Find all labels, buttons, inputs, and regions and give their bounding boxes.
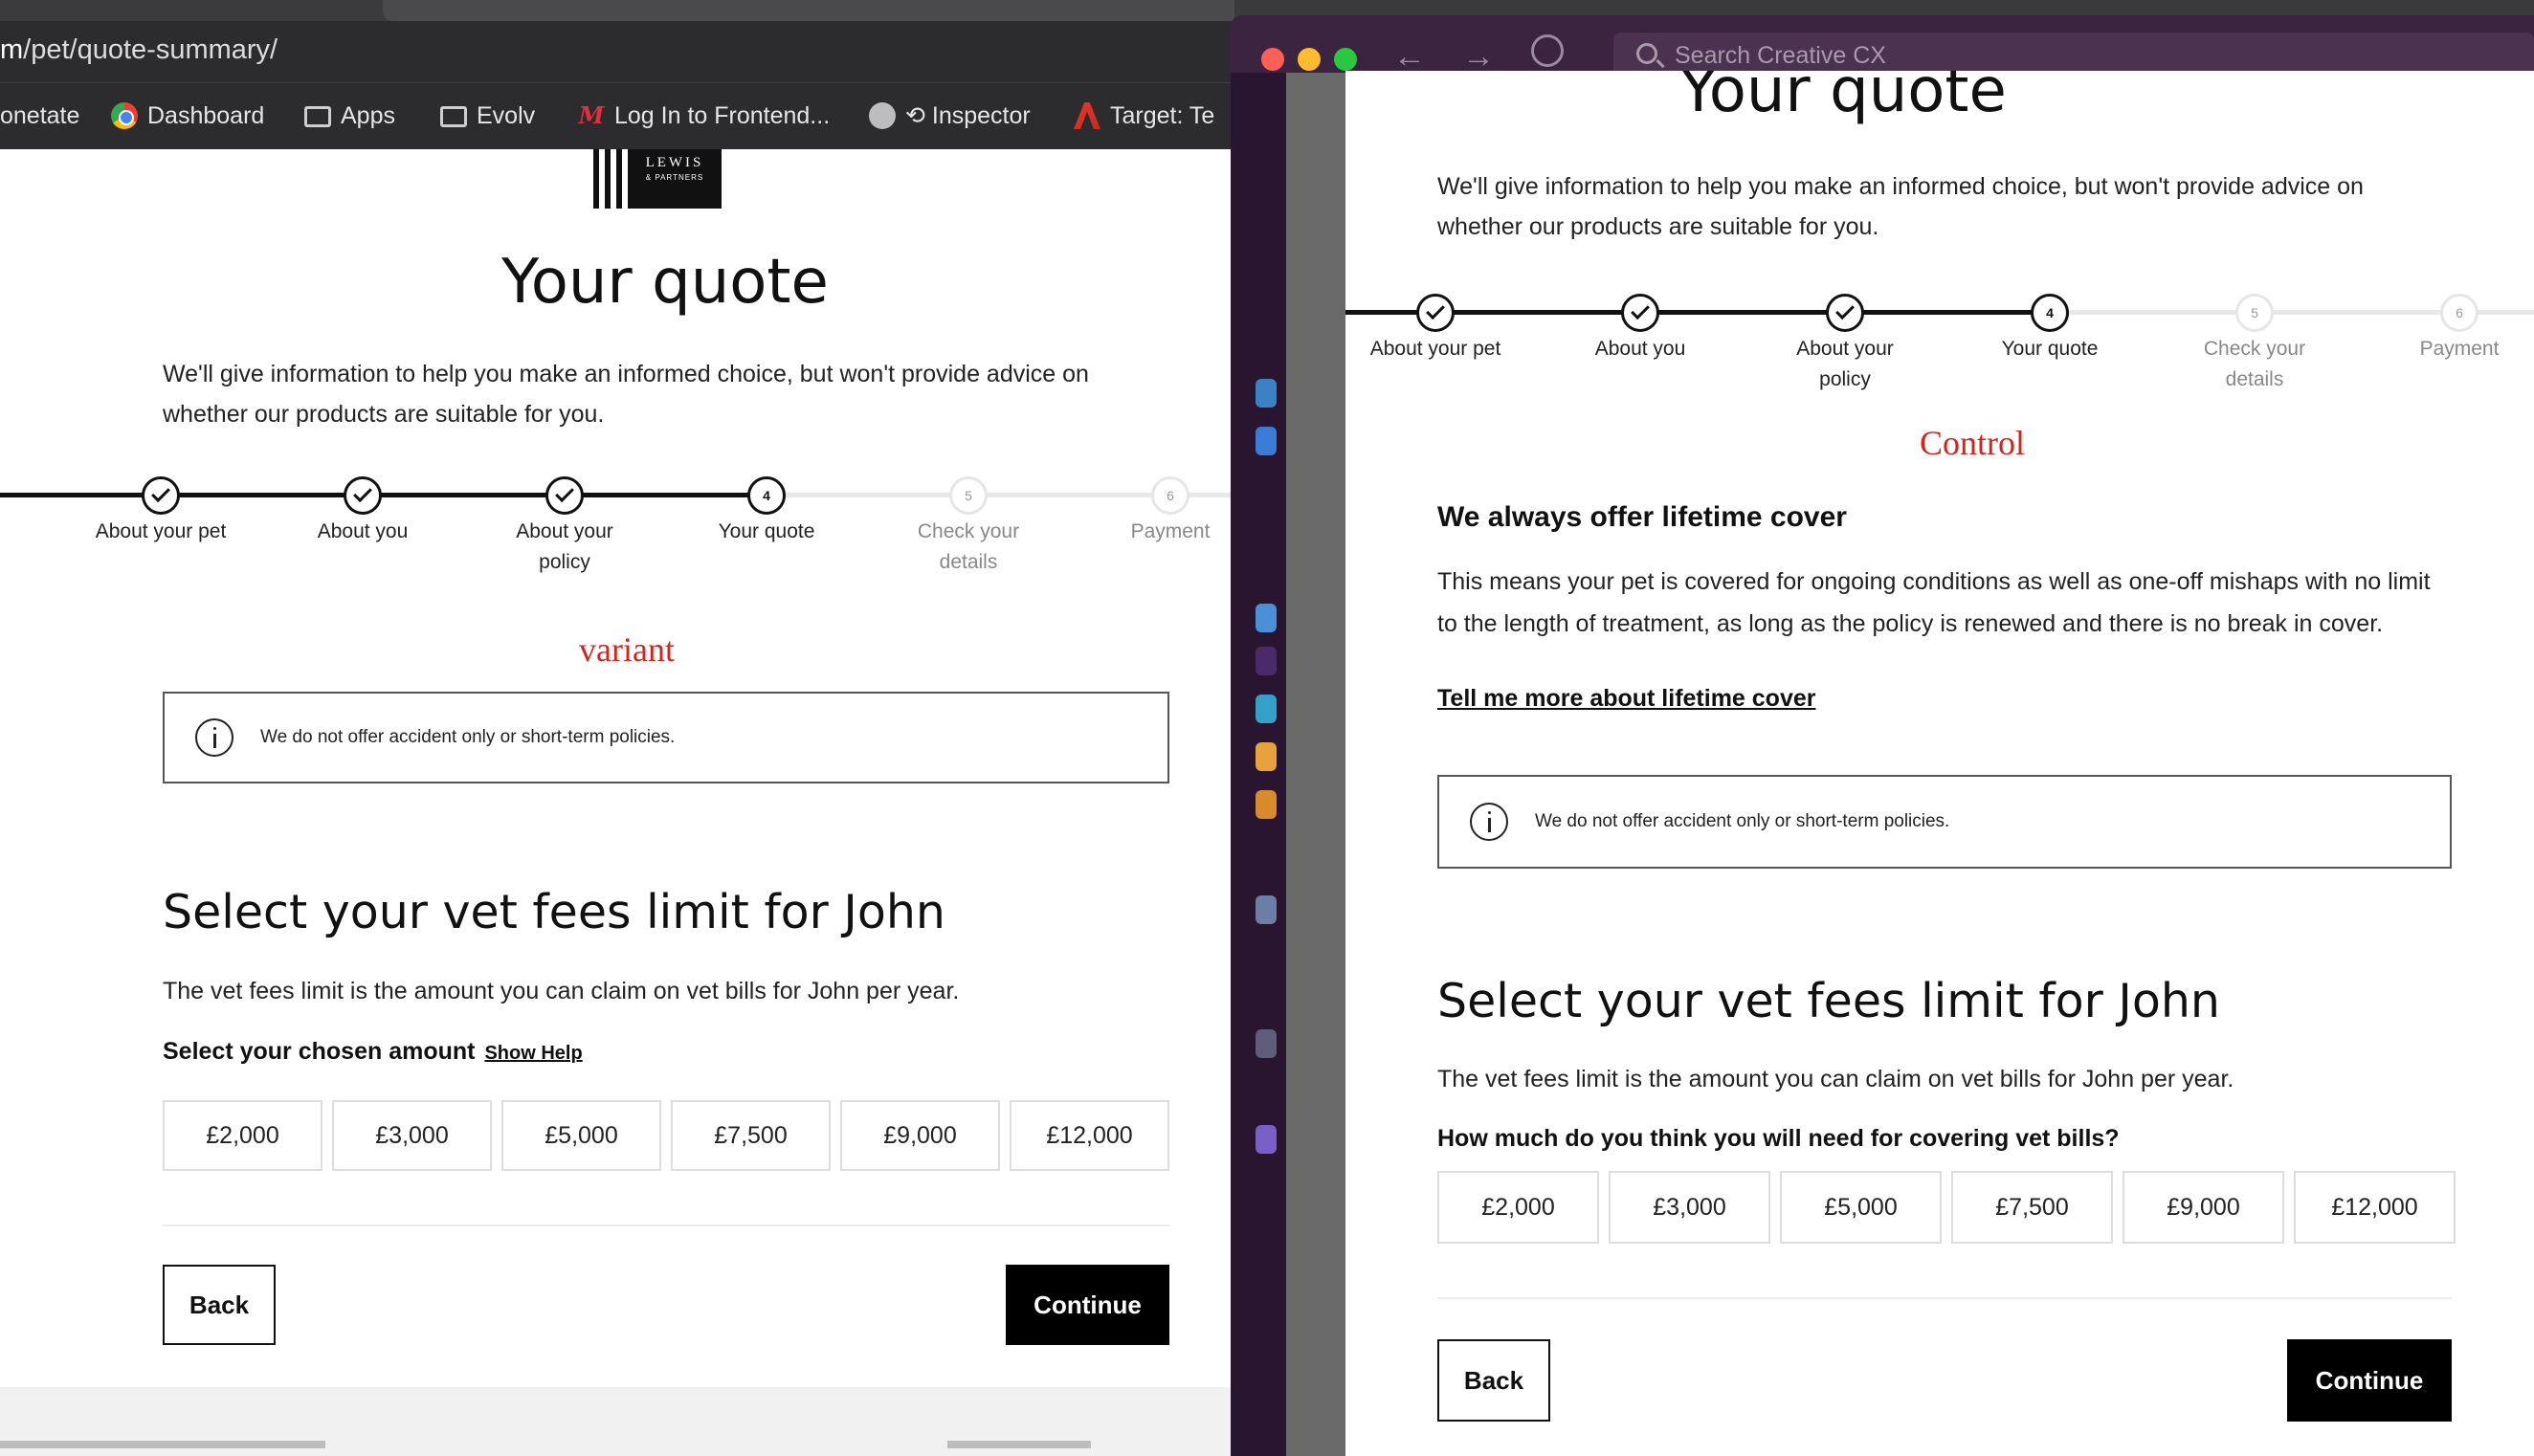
- amount-option[interactable]: £7,500: [671, 1100, 831, 1171]
- progress-stepper: [1345, 310, 2534, 320]
- bookmark-inspector[interactable]: ⟲ Inspector: [869, 99, 1031, 133]
- page-title: Your quote: [1679, 71, 2007, 126]
- check-icon: [142, 476, 180, 515]
- sidebar-overlay: [1286, 73, 1345, 1456]
- amount-option[interactable]: £3,000: [1609, 1171, 1770, 1244]
- brand-logo[interactable]: LEWIS & PARTNERS: [593, 149, 722, 209]
- app-icon[interactable]: [1256, 1125, 1277, 1154]
- back-button[interactable]: Back: [1437, 1339, 1550, 1422]
- bookmark-dashboard[interactable]: Dashboard: [111, 99, 264, 133]
- adobe-icon: [1074, 102, 1100, 129]
- variant-browser-window: m/pet/quote-summary/ onetate Dashboard A…: [0, 0, 1234, 1456]
- workspace-icon[interactable]: [1256, 379, 1277, 408]
- info-box: We do not offer accident only or short-t…: [1437, 775, 2452, 869]
- amount-option[interactable]: £9,000: [840, 1100, 1000, 1171]
- amount-question: How much do you think you will need for …: [1437, 1125, 2120, 1152]
- app-icon[interactable]: [1256, 695, 1277, 723]
- window-title-bar: ← → Search Creative CX: [1231, 15, 2534, 78]
- section-description: The vet fees limit is the amount you can…: [163, 978, 960, 1004]
- bookmark-frontend-login[interactable]: M Log In to Frontend...: [578, 99, 830, 133]
- close-window-icon[interactable]: [1261, 48, 1284, 71]
- search-icon: [1636, 43, 1657, 64]
- divider: [163, 1224, 1169, 1226]
- check-icon: [545, 476, 584, 515]
- continue-button[interactable]: Continue: [1006, 1265, 1169, 1345]
- url-text: m/pet/quote-summary/: [0, 34, 278, 65]
- address-bar[interactable]: m/pet/quote-summary/: [0, 21, 1234, 82]
- page-title: Your quote: [501, 247, 829, 318]
- amount-option[interactable]: £2,000: [1437, 1171, 1599, 1244]
- section-title: Select your vet fees limit for John: [163, 885, 945, 939]
- continue-button[interactable]: Continue: [2287, 1339, 2452, 1422]
- app-icon[interactable]: [1256, 790, 1277, 819]
- intro-text: We'll give information to help you make …: [1437, 173, 2364, 240]
- divider: [1437, 1297, 2452, 1299]
- back-button[interactable]: Back: [163, 1265, 276, 1345]
- section-description: The vet fees limit is the amount you can…: [1437, 1066, 2234, 1092]
- page-footer: [0, 1387, 1234, 1456]
- bookmark-onetate[interactable]: onetate: [0, 99, 79, 133]
- maximize-window-icon[interactable]: [1334, 48, 1357, 71]
- amount-option[interactable]: £7,500: [1951, 1171, 2113, 1244]
- info-icon: [1470, 803, 1508, 841]
- check-icon: [1416, 294, 1455, 332]
- app-icon[interactable]: [1256, 1029, 1277, 1058]
- bookmark-evolv[interactable]: Evolv: [440, 99, 535, 133]
- check-icon: [1621, 294, 1659, 332]
- amount-option[interactable]: £12,000: [2294, 1171, 2456, 1244]
- minimize-window-icon[interactable]: [1298, 48, 1321, 71]
- variant-label: variant: [579, 630, 675, 669]
- amount-option[interactable]: £3,000: [332, 1100, 492, 1171]
- m-logo-icon: M: [578, 101, 605, 129]
- intro-text: We'll give information to help you make …: [163, 361, 1089, 428]
- bookmarks-bar: onetate Dashboard Apps Evolv M Log In to …: [0, 82, 1234, 149]
- bookmark-target[interactable]: Target: Te: [1074, 99, 1214, 133]
- workspace-icon[interactable]: [1256, 427, 1277, 455]
- lifetime-cover-description: This means your pet is covered for ongoi…: [1437, 568, 2431, 637]
- lifetime-cover-link[interactable]: Tell me more about lifetime cover: [1437, 685, 1815, 713]
- app-icon[interactable]: [1256, 647, 1277, 675]
- amount-option[interactable]: £9,000: [2123, 1171, 2284, 1244]
- amount-question: Select your chosen amount Show Help: [163, 1038, 583, 1065]
- browser-tab-strip: [0, 0, 1234, 21]
- check-icon: [344, 476, 382, 515]
- info-icon: [195, 718, 233, 757]
- amount-option[interactable]: £12,000: [1010, 1100, 1169, 1171]
- folder-icon: [440, 106, 467, 127]
- amount-option[interactable]: £5,000: [1780, 1171, 1942, 1244]
- chrome-icon: [111, 102, 138, 129]
- history-icon[interactable]: [1531, 34, 1564, 67]
- lifetime-cover-title: We always offer lifetime cover: [1437, 501, 1847, 533]
- section-title: Select your vet fees limit for John: [1437, 974, 2220, 1028]
- bookmark-apps[interactable]: Apps: [304, 99, 395, 133]
- control-app-window: ← → Search Creative CX Your quote We'll …: [1231, 15, 2534, 1456]
- amount-option[interactable]: £2,000: [163, 1100, 322, 1171]
- show-help-link[interactable]: Show Help: [484, 1043, 582, 1064]
- control-label: Control: [1919, 424, 2025, 462]
- app-icon[interactable]: [1256, 742, 1277, 771]
- amount-options: £2,000 £3,000 £5,000 £7,500 £9,000 £12,0…: [163, 1100, 1169, 1171]
- app-icon[interactable]: [1256, 604, 1277, 632]
- control-page: Your quote We'll give information to hel…: [1345, 71, 2534, 1456]
- app-icon[interactable]: [1256, 895, 1277, 924]
- check-icon: [1826, 294, 1864, 332]
- amount-option[interactable]: £5,000: [501, 1100, 661, 1171]
- globe-icon: [869, 102, 896, 129]
- folder-icon: [304, 106, 331, 127]
- amount-options: £2,000 £3,000 £5,000 £7,500 £9,000 £12,0…: [1437, 1171, 2456, 1244]
- workspace-sidebar: [1231, 73, 1286, 1456]
- info-box: We do not offer accident only or short-t…: [163, 692, 1169, 783]
